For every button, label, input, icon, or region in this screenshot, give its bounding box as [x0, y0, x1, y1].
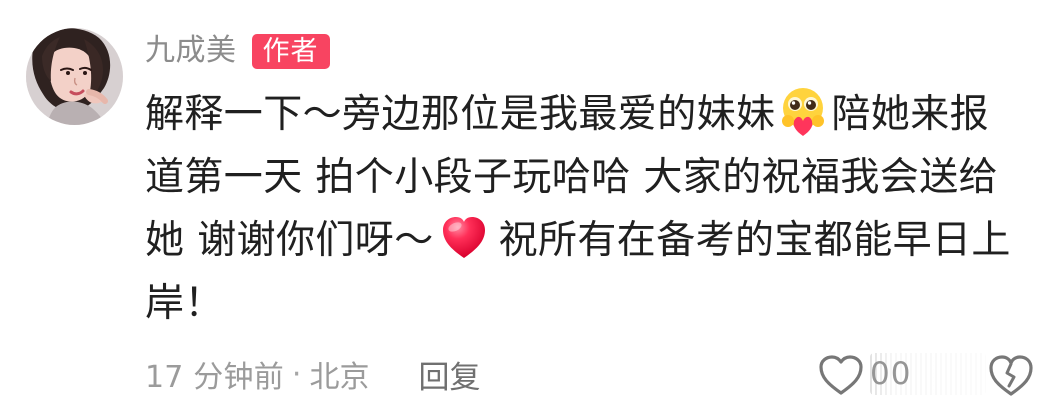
comment-actions: 00	[817, 351, 1037, 399]
username[interactable]: 九成美	[145, 31, 237, 71]
meta-separator: ·	[291, 356, 302, 392]
like-count: 00	[870, 356, 912, 392]
comment-item: 九成美 作者 解释一下～旁边那位是我最爱的妹妹 陪她来报 道第一天 拍个小段子玩…	[0, 0, 1057, 419]
broken-heart-outline-icon[interactable]	[987, 352, 1035, 398]
reply-button[interactable]: 回复	[418, 352, 480, 397]
comment-header: 九成美 作者	[145, 31, 330, 71]
comment-line-3-after-emoji: 祝所有在备考的宝都能早日上	[498, 218, 1011, 263]
comment-line-3: 她 谢谢你们呀～ 祝所有在备考的宝都能早日上	[145, 209, 1025, 272]
comment-line-1-before-emoji: 解释一下～旁边那位是我最爱的妹妹	[145, 92, 776, 137]
red-heart-emoji-icon	[440, 214, 488, 262]
comment-location: 北京	[309, 360, 370, 395]
comment-line-3-before-emoji: 她 谢谢你们呀～	[145, 218, 434, 263]
comment-line-2: 道第一天 拍个小段子玩哈哈 大家的祝福我会送给	[145, 155, 998, 200]
author-badge: 作者	[251, 33, 330, 69]
user-avatar[interactable]	[26, 28, 123, 125]
comment-line-1-after-emoji: 陪她来报	[831, 92, 990, 137]
avatar-image	[26, 28, 123, 125]
comment-time: 17 分钟前	[145, 360, 284, 395]
heart-outline-icon[interactable]	[817, 353, 865, 397]
comment-line-1: 解释一下～旁边那位是我最爱的妹妹 陪她来报	[145, 83, 1025, 146]
comment-meta: 17 分钟前 · 北京 回复	[145, 350, 480, 398]
comment-text: 解释一下～旁边那位是我最爱的妹妹 陪她来报 道第一天 拍个小段子玩哈哈 大家的祝…	[145, 83, 1025, 335]
comment-line-4: 岸！	[145, 281, 224, 326]
hug-emoji-icon	[777, 86, 829, 138]
